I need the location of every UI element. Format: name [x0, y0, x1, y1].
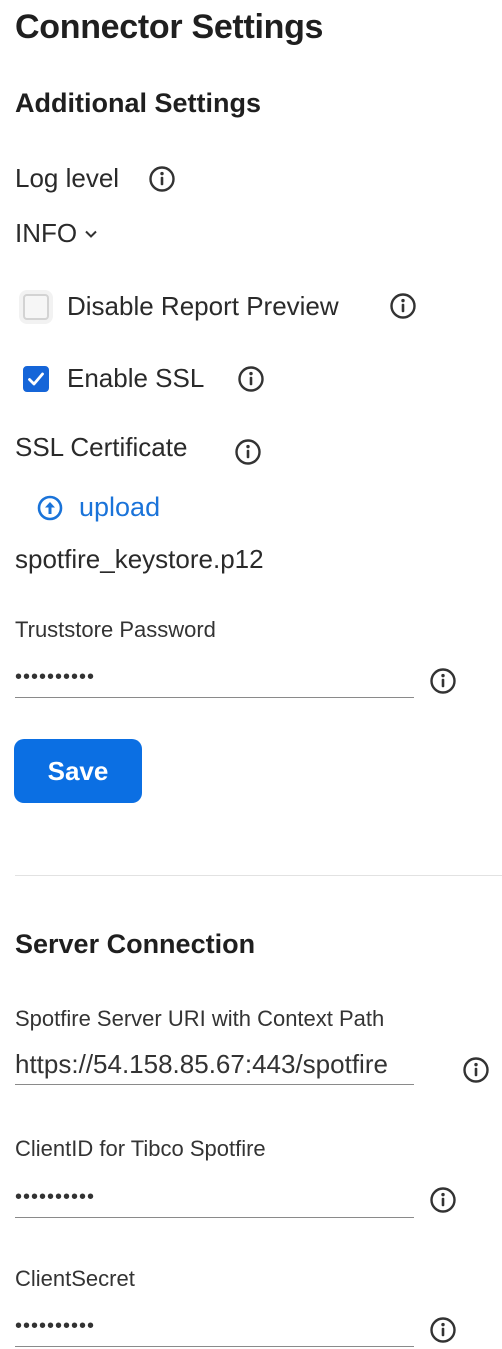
client-secret-input[interactable]: [15, 1307, 414, 1347]
client-secret-label: ClientSecret: [15, 1266, 135, 1291]
upload-button[interactable]: upload: [37, 492, 160, 523]
info-icon[interactable]: [428, 1315, 458, 1345]
enable-ssl-label[interactable]: Enable SSL: [67, 363, 204, 394]
log-level-value: INFO: [15, 218, 78, 248]
server-connection-heading: Server Connection: [15, 929, 256, 959]
info-icon[interactable]: [236, 364, 266, 394]
server-uri-input[interactable]: [15, 1045, 414, 1085]
disable-report-preview-label[interactable]: Disable Report Preview: [67, 291, 339, 322]
section-divider: [15, 875, 502, 876]
ssl-certificate-label: SSL Certificate: [15, 432, 188, 462]
additional-settings-heading: Additional Settings: [15, 88, 261, 118]
client-id-input[interactable]: [15, 1178, 414, 1218]
page-title: Connector Settings: [15, 8, 324, 46]
chevron-down-icon: [83, 226, 99, 242]
disable-report-preview-checkbox[interactable]: [23, 294, 49, 320]
enable-ssl-checkbox[interactable]: [23, 366, 49, 392]
info-icon[interactable]: [461, 1055, 491, 1085]
save-button[interactable]: Save: [14, 739, 142, 803]
log-level-select[interactable]: INFO: [15, 218, 99, 249]
client-id-label: ClientID for Tibco Spotfire: [15, 1136, 266, 1161]
upload-link[interactable]: upload: [79, 492, 160, 523]
log-level-label: Log level: [15, 163, 120, 193]
server-uri-label: Spotfire Server URI with Context Path: [15, 1006, 385, 1031]
info-icon[interactable]: [233, 437, 263, 467]
truststore-password-label: Truststore Password: [15, 617, 216, 642]
upload-arrow-icon: [37, 495, 63, 521]
info-icon[interactable]: [428, 666, 458, 696]
info-icon[interactable]: [388, 291, 418, 321]
info-icon[interactable]: [147, 164, 177, 194]
checkmark-icon: [25, 368, 47, 390]
connector-settings-page: Connector Settings Additional Settings L…: [0, 0, 502, 1349]
uploaded-file-name: spotfire_keystore.p12: [15, 544, 264, 574]
info-icon[interactable]: [428, 1185, 458, 1215]
truststore-password-input[interactable]: [15, 658, 414, 698]
